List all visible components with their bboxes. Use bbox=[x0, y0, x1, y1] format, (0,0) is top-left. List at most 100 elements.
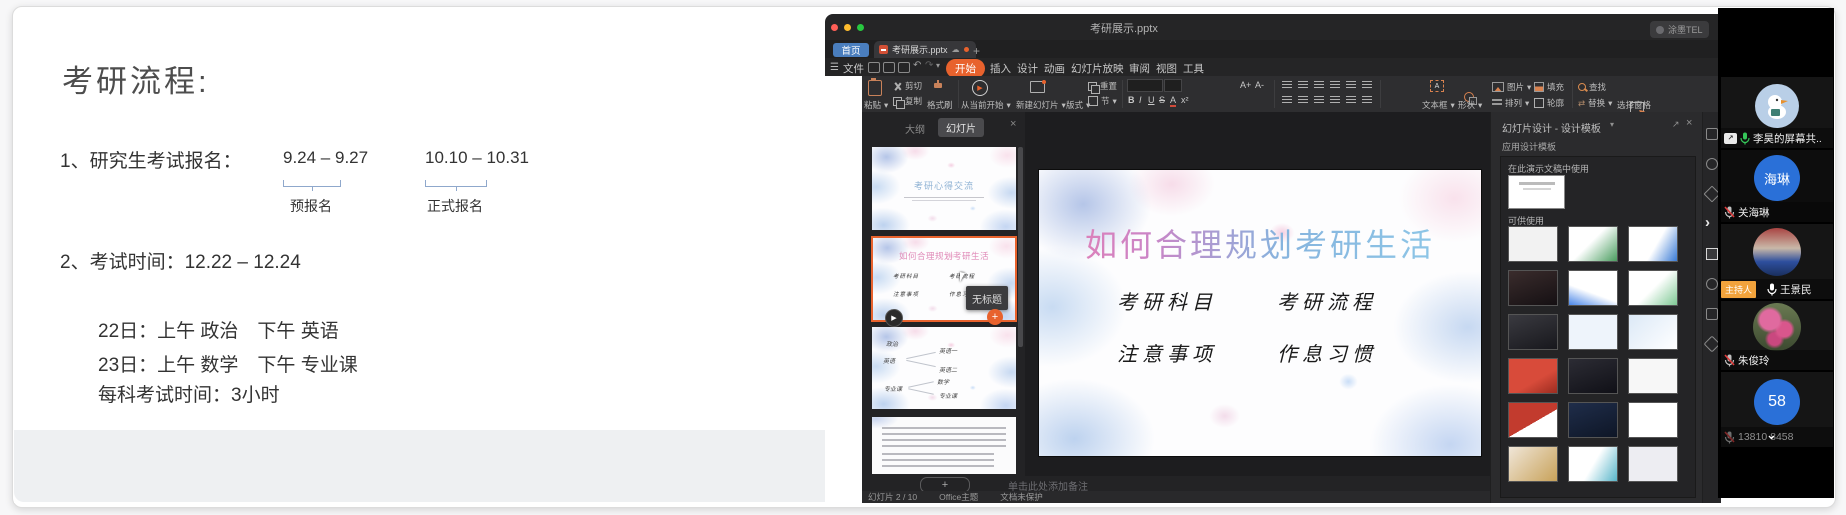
text-direction-icon[interactable] bbox=[1346, 81, 1356, 89]
fill-button[interactable]: 填充 bbox=[1534, 81, 1564, 93]
hamburger-icon[interactable]: ☰ bbox=[830, 62, 839, 73]
participant-tile[interactable]: ↗ 李昊的屏幕共.. bbox=[1721, 77, 1833, 148]
format-painter-icon[interactable] bbox=[934, 80, 942, 88]
account-chip[interactable]: 涂墨TEL bbox=[1650, 21, 1709, 38]
italic-button[interactable]: I bbox=[1139, 95, 1142, 105]
tab-tools[interactable]: 工具 bbox=[1183, 61, 1204, 76]
reset-button[interactable]: 重置 bbox=[1088, 80, 1117, 92]
indent-increase-icon[interactable] bbox=[1330, 81, 1340, 89]
bullets-icon[interactable] bbox=[1282, 81, 1292, 89]
mac-close-icon[interactable] bbox=[831, 24, 838, 31]
new-slide-icon[interactable] bbox=[1030, 81, 1045, 93]
template-thumb[interactable] bbox=[1568, 358, 1618, 394]
tab-design[interactable]: 设计 bbox=[1017, 61, 1038, 76]
participant-tile[interactable]: 朱俊玲 bbox=[1721, 301, 1833, 370]
participant-tile[interactable]: 58 13810 8458 bbox=[1721, 372, 1833, 447]
play-from-current-icon[interactable]: ▶ bbox=[972, 80, 988, 96]
align-right-icon[interactable] bbox=[1314, 96, 1324, 104]
tab-outline[interactable]: 大纲 bbox=[905, 121, 925, 136]
arrange-button[interactable]: 排列▾ bbox=[1492, 97, 1529, 109]
increase-font-button[interactable]: A+ bbox=[1240, 80, 1251, 90]
panel-scrollbar[interactable] bbox=[1018, 147, 1023, 347]
template-thumb[interactable] bbox=[1628, 402, 1678, 438]
undo-icon[interactable]: ↶ bbox=[913, 60, 921, 71]
vertical-align-icon[interactable] bbox=[1362, 96, 1372, 104]
indent-decrease-icon[interactable] bbox=[1314, 81, 1324, 89]
tab-insert[interactable]: 插入 bbox=[990, 61, 1011, 76]
save-icon[interactable] bbox=[868, 62, 880, 73]
current-slide[interactable]: 如何合理规划考研生活 考研科目 考研流程 注意事项 作息习惯 bbox=[1039, 170, 1481, 456]
thumb2-play-button[interactable]: ▶ bbox=[885, 309, 903, 327]
design-pane-expand-icon[interactable]: ↗ bbox=[1672, 119, 1680, 130]
decrease-font-button[interactable]: A- bbox=[1255, 80, 1264, 90]
redo-icon[interactable]: ↷ bbox=[925, 60, 933, 71]
template-thumb[interactable] bbox=[1508, 446, 1558, 482]
align-justify-icon[interactable] bbox=[1330, 96, 1340, 104]
collapse-pane-icon[interactable]: › bbox=[1705, 214, 1710, 231]
slide-thumbnail-4[interactable] bbox=[872, 417, 1016, 474]
props-pane-icon[interactable] bbox=[1706, 308, 1718, 320]
sidebar-collapse-icon[interactable]: ⌄ bbox=[1766, 427, 1777, 443]
template-thumb[interactable] bbox=[1508, 226, 1558, 262]
cut-button[interactable]: 剪切 bbox=[893, 80, 922, 92]
template-thumb[interactable] bbox=[1628, 270, 1678, 306]
export-icon[interactable] bbox=[883, 62, 895, 73]
bold-button[interactable]: B bbox=[1128, 95, 1135, 105]
template-thumb[interactable] bbox=[1568, 446, 1618, 482]
template-thumb[interactable] bbox=[1568, 402, 1618, 438]
template-thumb[interactable] bbox=[1628, 226, 1678, 262]
font-name-input[interactable] bbox=[1127, 79, 1163, 92]
font-color-button[interactable]: A bbox=[1170, 95, 1176, 107]
template-thumb[interactable] bbox=[1628, 314, 1678, 350]
align-center-icon[interactable] bbox=[1298, 96, 1308, 104]
tab-view[interactable]: 视图 bbox=[1156, 61, 1177, 76]
participant-tile[interactable]: 主持人 王景民 bbox=[1721, 224, 1833, 299]
mac-minimize-icon[interactable] bbox=[844, 24, 851, 31]
section-button[interactable]: 节▾ bbox=[1088, 95, 1117, 107]
superscript-button[interactable]: x² bbox=[1181, 95, 1189, 105]
replace-button[interactable]: ⇄替换▾ bbox=[1578, 97, 1612, 109]
panel-close-icon[interactable]: × bbox=[1010, 118, 1016, 130]
notes-bar[interactable] bbox=[1025, 476, 1490, 491]
thumb2-add-button[interactable]: + bbox=[987, 309, 1003, 325]
home-button[interactable]: 首页 bbox=[833, 43, 869, 57]
shapes-pane-icon[interactable] bbox=[1706, 158, 1718, 170]
text-box-button[interactable]: 文本框▾ bbox=[1422, 99, 1455, 111]
underline-button[interactable]: U bbox=[1148, 95, 1155, 105]
design-pane-dropdown-icon[interactable]: ▾ bbox=[1610, 120, 1614, 129]
document-tab[interactable]: 考研展示.pptx ☁ bbox=[874, 41, 976, 58]
align-left-icon[interactable] bbox=[1282, 96, 1292, 104]
paste-icon[interactable] bbox=[868, 80, 882, 96]
tab-review[interactable]: 审阅 bbox=[1129, 61, 1150, 76]
font-size-input[interactable] bbox=[1164, 79, 1182, 92]
copy-button[interactable]: 复制 bbox=[893, 95, 922, 107]
quickbar-more-icon[interactable]: ▾ bbox=[936, 61, 940, 70]
play-from-current-button[interactable]: 从当前开始▾ bbox=[961, 99, 1011, 111]
slide-thumbnail-1[interactable]: 考研心得交流 bbox=[872, 147, 1016, 230]
paste-button[interactable]: 粘贴▾ bbox=[864, 99, 888, 111]
template-thumb[interactable] bbox=[1508, 402, 1558, 438]
template-thumb[interactable] bbox=[1508, 358, 1558, 394]
tab-animation[interactable]: 动画 bbox=[1044, 61, 1065, 76]
tab-slides[interactable]: 幻灯片 bbox=[938, 118, 984, 137]
new-slide-button[interactable]: 新建幻灯片▾ bbox=[1016, 99, 1066, 111]
comments-pane-icon[interactable] bbox=[1706, 278, 1718, 290]
template-thumb[interactable] bbox=[1628, 446, 1678, 482]
template-thumb[interactable] bbox=[1628, 358, 1678, 394]
shape-button[interactable]: 形状▾ bbox=[1458, 99, 1482, 111]
line-spacing-icon[interactable] bbox=[1362, 81, 1372, 89]
numbering-icon[interactable] bbox=[1298, 81, 1308, 89]
selection-pane-button[interactable]: 选择窗格 bbox=[1617, 99, 1651, 111]
design-pane-close-icon[interactable]: × bbox=[1686, 117, 1692, 129]
mac-zoom-icon[interactable] bbox=[857, 24, 864, 31]
slide-thumbnail-3[interactable]: 政治 英语 专业课 英语一 英语二 数学 专业课 bbox=[872, 327, 1016, 409]
text-box-icon[interactable]: A bbox=[1430, 80, 1444, 92]
used-template-thumb[interactable] bbox=[1508, 175, 1565, 209]
template-thumb[interactable] bbox=[1568, 226, 1618, 262]
design-pane-active-icon[interactable] bbox=[1706, 248, 1718, 260]
picture-button[interactable]: 图片▾ bbox=[1492, 81, 1531, 93]
layout-button[interactable]: 版式▾ bbox=[1066, 99, 1090, 111]
template-thumb[interactable] bbox=[1568, 314, 1618, 350]
menu-file[interactable]: 文件 bbox=[843, 61, 864, 76]
participant-tile[interactable]: 海琳 关海琳 bbox=[1721, 150, 1833, 222]
